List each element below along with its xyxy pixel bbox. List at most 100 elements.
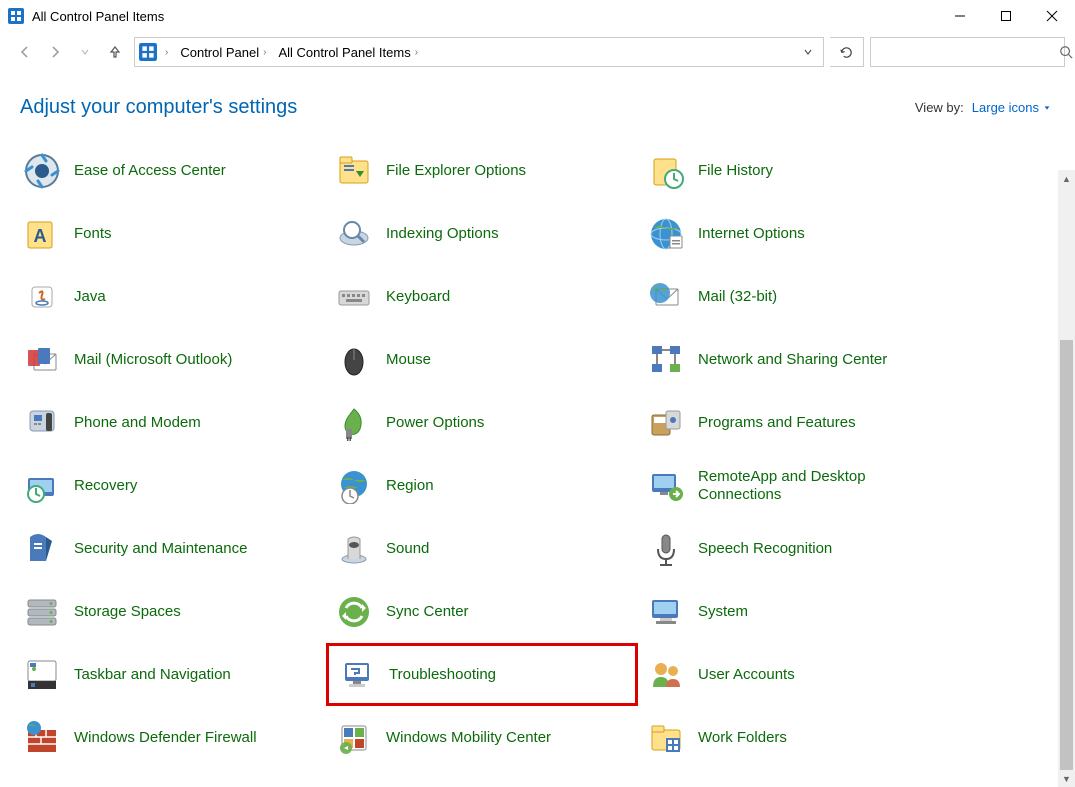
- speech-icon: [644, 527, 688, 571]
- control-panel-item[interactable]: Taskbar and Navigation: [14, 643, 326, 706]
- search-input[interactable]: [871, 45, 1059, 60]
- control-panel-item[interactable]: Region: [326, 454, 638, 517]
- search-box[interactable]: [870, 37, 1065, 67]
- control-panel-item-label: Indexing Options: [386, 225, 499, 243]
- system-icon: [644, 590, 688, 634]
- chevron-right-icon: ›: [263, 47, 266, 58]
- address-dropdown-button[interactable]: [797, 38, 819, 66]
- content-area: Ease of Access Center File Explorer Optio…: [0, 131, 1075, 769]
- programs-icon: [644, 401, 688, 445]
- breadcrumb-label: Control Panel: [180, 45, 259, 60]
- control-panel-item[interactable]: Network and Sharing Center: [638, 328, 1075, 391]
- control-panel-item[interactable]: Phone and Modem: [14, 391, 326, 454]
- control-panel-item[interactable]: Troubleshooting: [326, 643, 638, 706]
- address-bar[interactable]: › Control Panel › All Control Panel Items…: [134, 37, 824, 67]
- security-icon: [20, 527, 64, 571]
- control-panel-item[interactable]: Speech Recognition: [638, 517, 1075, 580]
- control-panel-item-label: Windows Mobility Center: [386, 729, 551, 747]
- control-panel-item-label: Ease of Access Center: [74, 162, 226, 180]
- control-panel-item-label: Taskbar and Navigation: [74, 666, 231, 684]
- control-panel-item-label: Fonts: [74, 225, 112, 243]
- control-panel-item-label: Region: [386, 477, 434, 495]
- file-history-icon: [644, 149, 688, 193]
- control-panel-item-label: RemoteApp and Desktop Connections: [698, 468, 928, 504]
- close-button[interactable]: [1029, 0, 1075, 32]
- recent-dropdown-button[interactable]: [70, 37, 100, 67]
- maximize-button[interactable]: [983, 0, 1029, 32]
- control-panel-item-label: Java: [74, 288, 106, 306]
- control-panel-item-label: Internet Options: [698, 225, 805, 243]
- control-panel-item-label: Work Folders: [698, 729, 787, 747]
- control-panel-item[interactable]: Mail (Microsoft Outlook): [14, 328, 326, 391]
- window-buttons: [937, 0, 1075, 32]
- internet-icon: [644, 212, 688, 256]
- java-icon: [20, 275, 64, 319]
- search-icon[interactable]: [1059, 45, 1073, 59]
- sync-icon: [332, 590, 376, 634]
- viewby-dropdown[interactable]: Large icons: [972, 100, 1051, 115]
- control-panel-item[interactable]: RemoteApp and Desktop Connections: [638, 454, 1075, 517]
- scroll-down-button[interactable]: ▼: [1058, 770, 1075, 787]
- control-panel-item-label: Phone and Modem: [74, 414, 201, 432]
- phone-icon: [20, 401, 64, 445]
- mail2-icon: [20, 338, 64, 382]
- control-panel-item[interactable]: Keyboard: [326, 265, 638, 328]
- control-panel-item-label: Storage Spaces: [74, 603, 181, 621]
- control-panel-item[interactable]: Programs and Features: [638, 391, 1075, 454]
- control-panel-item-label: Network and Sharing Center: [698, 351, 887, 369]
- control-panel-item[interactable]: Recovery: [14, 454, 326, 517]
- control-panel-item[interactable]: Windows Defender Firewall: [14, 706, 326, 769]
- workfolders-icon: [644, 716, 688, 760]
- control-panel-item[interactable]: User Accounts: [638, 643, 1075, 706]
- breadcrumb-label: All Control Panel Items: [278, 45, 410, 60]
- scroll-thumb[interactable]: [1060, 340, 1073, 770]
- control-panel-item[interactable]: Storage Spaces: [14, 580, 326, 643]
- control-panel-item[interactable]: Windows Mobility Center: [326, 706, 638, 769]
- control-panel-item[interactable]: Work Folders: [638, 706, 1075, 769]
- up-button[interactable]: [100, 37, 130, 67]
- control-panel-item-label: File Explorer Options: [386, 162, 526, 180]
- address-row: › Control Panel › All Control Panel Items…: [0, 32, 1075, 72]
- back-button[interactable]: [10, 37, 40, 67]
- control-panel-item[interactable]: Power Options: [326, 391, 638, 454]
- control-panel-item[interactable]: System: [638, 580, 1075, 643]
- items-grid: Ease of Access Center File Explorer Optio…: [14, 139, 1075, 769]
- control-panel-item-label: Programs and Features: [698, 414, 856, 432]
- control-panel-item-label: Troubleshooting: [389, 666, 496, 684]
- refresh-button[interactable]: [830, 37, 864, 67]
- control-panel-item[interactable]: File History: [638, 139, 1075, 202]
- troubleshooting-icon: [335, 653, 379, 697]
- breadcrumb-control-panel[interactable]: Control Panel ›: [174, 38, 272, 66]
- control-panel-item-label: Mail (Microsoft Outlook): [74, 351, 232, 369]
- mobility-icon: [332, 716, 376, 760]
- firewall-icon: [20, 716, 64, 760]
- forward-button[interactable]: [40, 37, 70, 67]
- folder-opts-icon: [332, 149, 376, 193]
- mouse-icon: [332, 338, 376, 382]
- control-panel-item[interactable]: Mail (32-bit): [638, 265, 1075, 328]
- viewby-label: View by:: [915, 100, 964, 115]
- recovery-icon: [20, 464, 64, 508]
- network-icon: [644, 338, 688, 382]
- sound-icon: [332, 527, 376, 571]
- control-panel-item[interactable]: Sound: [326, 517, 638, 580]
- control-panel-item[interactable]: Security and Maintenance: [14, 517, 326, 580]
- control-panel-item[interactable]: Indexing Options: [326, 202, 638, 265]
- control-panel-item[interactable]: Internet Options: [638, 202, 1075, 265]
- fonts-icon: [20, 212, 64, 256]
- control-panel-item[interactable]: Mouse: [326, 328, 638, 391]
- control-panel-item[interactable]: Sync Center: [326, 580, 638, 643]
- control-panel-item[interactable]: Java: [14, 265, 326, 328]
- control-panel-item-label: Keyboard: [386, 288, 450, 306]
- vertical-scrollbar[interactable]: ▲ ▼: [1058, 170, 1075, 787]
- minimize-button[interactable]: [937, 0, 983, 32]
- control-panel-item[interactable]: Fonts: [14, 202, 326, 265]
- breadcrumb-all-items[interactable]: All Control Panel Items ›: [272, 38, 424, 66]
- scroll-up-button[interactable]: ▲: [1058, 170, 1075, 187]
- breadcrumb-root-chevron[interactable]: ›: [159, 38, 174, 66]
- chevron-right-icon: ›: [415, 47, 418, 58]
- indexing-icon: [332, 212, 376, 256]
- remoteapp-icon: [644, 464, 688, 508]
- control-panel-item[interactable]: Ease of Access Center: [14, 139, 326, 202]
- control-panel-item[interactable]: File Explorer Options: [326, 139, 638, 202]
